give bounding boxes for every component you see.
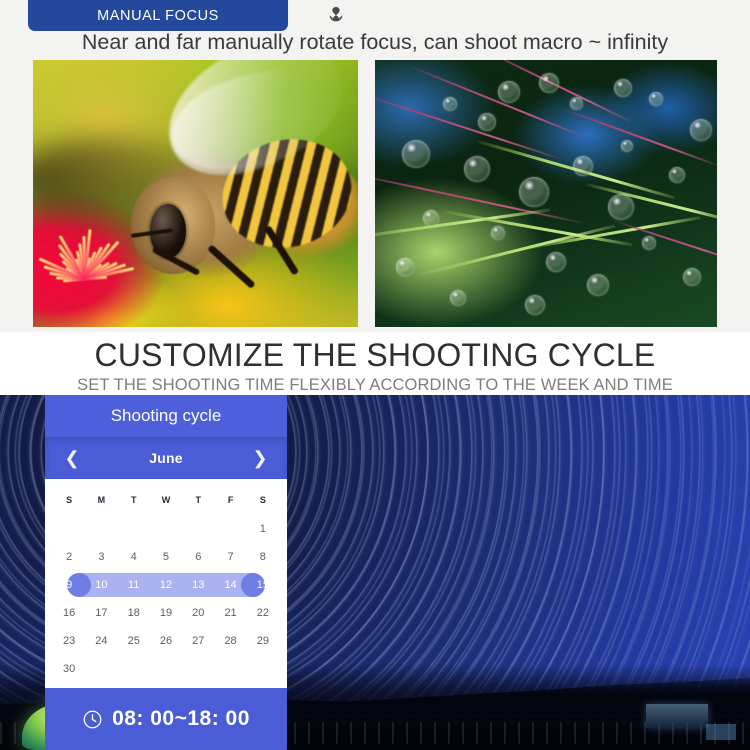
time-range-bar[interactable]: 08: 00~18: 00 [45,688,287,750]
calendar-title: Shooting cycle [110,406,222,425]
calendar-day-16[interactable]: 16 [53,599,85,627]
calendar-day-6[interactable]: 6 [182,543,214,571]
calendar-day-empty [118,515,150,543]
bee-on-flower-macro-photo [33,60,358,327]
calendar-day-14[interactable]: 14 [214,571,246,599]
calendar-week-row: 1 [53,515,279,543]
calendar-day-17[interactable]: 17 [85,599,117,627]
calendar-day-empty [247,655,279,683]
calendar-day-21[interactable]: 21 [214,599,246,627]
calendar-day-1[interactable]: 1 [247,515,279,543]
calendar-weekday-3: W [161,495,171,505]
calendar-day-12[interactable]: 12 [150,571,182,599]
calendar-weekday-0: S [66,495,73,505]
month-label: June [149,450,183,466]
dew-drops-macro-photo [375,60,717,327]
calendar-day-3[interactable]: 3 [85,543,117,571]
calendar-week-row: 16 17 18 19 20 21 22 [53,599,279,627]
calendar-day-4[interactable]: 4 [118,543,150,571]
calendar-day-22[interactable]: 22 [247,599,279,627]
calendar-day-empty [150,515,182,543]
calendar-day-2[interactable]: 2 [53,543,85,571]
calendar-day-20[interactable]: 20 [182,599,214,627]
manual-focus-subtitle: Near and far manually rotate focus, can … [81,30,669,54]
calendar-day-24[interactable]: 24 [85,627,117,655]
clock-icon [82,709,103,730]
calendar-day-18[interactable]: 18 [118,599,150,627]
calendar-weekday-row: SMTWTFS [53,489,279,511]
calendar-grid: SMTWTFS 1 2 3 4 5 6 7 8 9 10 11 12 13 14 15 16 17 18 19 20 2… [45,479,287,688]
calendar-week-row: 2345678 [53,543,279,571]
manual-focus-badge-label: MANUAL FOCUS [97,7,219,24]
calendar-week-row: 23 24 25 26 27 28 29 [53,627,279,655]
calendar-week-row: 30 [53,655,279,683]
month-navigation: ❮ June ❯ [45,437,287,479]
calendar-weekday-4: T [195,495,202,505]
calendar-day-13[interactable]: 13 [182,571,214,599]
calendar-weekday-2: T [130,495,137,505]
calendar-day-25[interactable]: 25 [118,627,150,655]
chevron-right-icon[interactable]: ❯ [251,449,269,467]
manual-focus-badge: MANUAL FOCUS [28,0,288,31]
calendar-day-empty [214,515,246,543]
calendar-weekday-1: M [97,495,106,505]
calendar-day-empty [150,655,182,683]
flower-icon [324,3,348,27]
page-subtitle: SET THE SHOOTING TIME FLEXIBLY ACCORDING… [77,376,673,394]
calendar-day-empty [182,655,214,683]
calendar-day-19[interactable]: 19 [150,599,182,627]
calendar-header: Shooting cycle [45,395,287,437]
calendar-day-30[interactable]: 30 [53,655,85,683]
calendar-day-empty [118,655,150,683]
calendar-day-11[interactable]: 11 [118,571,150,599]
calendar-day-empty [85,515,117,543]
calendar-day-23[interactable]: 23 [53,627,85,655]
calendar-day-9[interactable]: 9 [53,571,85,599]
calendar-day-empty [85,655,117,683]
shooting-cycle-section: Shooting cycle ❮ June ❯ SMTWTFS 12345678… [0,395,750,750]
calendar-day-5[interactable]: 5 [150,543,182,571]
time-range-label: 08: 00~18: 00 [112,707,250,730]
calendar-weekday-5: F [227,495,234,505]
shooting-cycle-calendar-card: Shooting cycle ❮ June ❯ SMTWTFS 12345678… [45,395,287,750]
calendar-weekday-6: S [259,495,266,505]
calendar-day-10[interactable]: 10 [85,571,117,599]
calendar-day-empty [53,515,85,543]
calendar-day-15[interactable]: 15 [247,571,279,599]
calendar-week-row: 9 10 11 12 13 14 15 [53,571,279,599]
shooting-cycle-heading-section: CUSTOMIZE THE SHOOTING CYCLE SET THE SHO… [0,332,750,395]
calendar-day-26[interactable]: 26 [150,627,182,655]
page-title: CUSTOMIZE THE SHOOTING CYCLE [94,337,656,373]
calendar-day-8[interactable]: 8 [247,543,279,571]
manual-focus-section: MANUAL FOCUS Near and far manually rotat… [0,0,750,332]
calendar-day-empty [214,655,246,683]
chevron-left-icon[interactable]: ❮ [63,449,81,467]
calendar-week-rows: 1 2 3 4 5 6 7 8 9 10 11 12 13 14 15 16 17 18 19 20 21 22 23 24 2… [53,515,279,683]
calendar-day-28[interactable]: 28 [214,627,246,655]
calendar-day-empty [182,515,214,543]
calendar-day-29[interactable]: 29 [247,627,279,655]
calendar-day-7[interactable]: 7 [214,543,246,571]
calendar-day-27[interactable]: 27 [182,627,214,655]
